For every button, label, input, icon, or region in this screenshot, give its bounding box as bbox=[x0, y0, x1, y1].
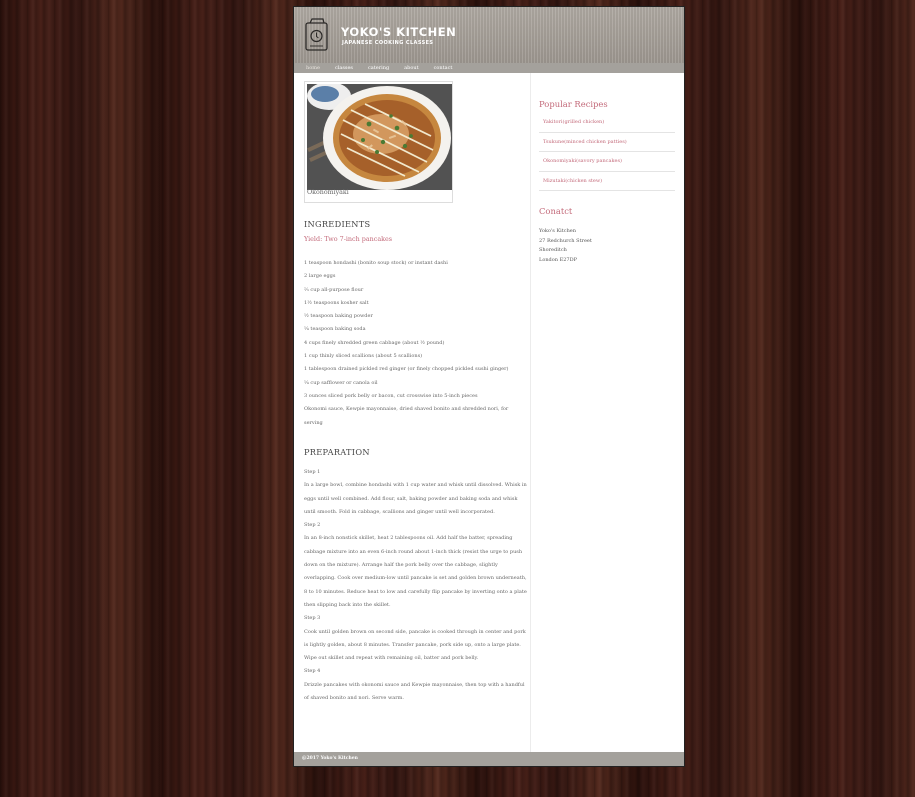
recipe-link[interactable]: Mizutaki(chicken stew) bbox=[539, 172, 675, 191]
ingredient-list: 1 teaspoon hondashi (bonito soup stock) … bbox=[304, 257, 526, 430]
ingredient-item: 3 ounces sliced pork belly or bacon, cut… bbox=[304, 392, 478, 399]
site-header: YOKO'S KITCHEN JAPANESE COOKING CLASSES bbox=[294, 7, 684, 63]
ingredient-item: 1 teaspoon hondashi (bonito soup stock) … bbox=[304, 260, 448, 266]
okonomiyaki-photo bbox=[307, 84, 452, 190]
step-label: Step 4 bbox=[304, 668, 321, 675]
step-text: Cook until golden brown on second side, … bbox=[304, 628, 526, 662]
nav-contact[interactable]: contact bbox=[434, 65, 453, 71]
ingredient-item: ¼ teaspoon baking soda bbox=[304, 326, 366, 333]
popular-recipes-heading: Popular Recipes bbox=[539, 99, 608, 109]
yield-text: Yield: Two 7-inch pancakes bbox=[304, 235, 393, 243]
ingredient-item: ⅔ cup all-purpose flour bbox=[304, 286, 364, 293]
preparation-heading: PREPARATION bbox=[304, 447, 370, 457]
photo-caption: Okonomiyaki bbox=[307, 189, 349, 196]
popular-recipes-list: Yakitori(grilled chicken) Tsukune(minced… bbox=[539, 113, 675, 191]
step-text: In an 8-inch nonstick skillet, heat 2 ta… bbox=[304, 535, 527, 608]
nav-about[interactable]: about bbox=[404, 65, 418, 71]
address-line: Shoreditch bbox=[539, 247, 567, 253]
step-label: Step 1 bbox=[304, 469, 321, 475]
ingredients-heading: INGREDIENTS bbox=[304, 219, 371, 229]
page: YOKO'S KITCHEN JAPANESE COOKING CLASSES … bbox=[293, 6, 685, 767]
logo-icon bbox=[305, 18, 328, 51]
recipe-figure: Okonomiyaki bbox=[304, 81, 453, 203]
step-text: In a large bowl, combine hondashi with 1… bbox=[304, 482, 527, 515]
nav-classes[interactable]: classes bbox=[335, 65, 353, 71]
contact-heading: Conatct bbox=[539, 206, 573, 216]
address-line: Yoko's Kitchen bbox=[539, 228, 576, 234]
recipe-link[interactable]: Yakitori(grilled chicken) bbox=[539, 113, 675, 133]
recipe-link[interactable]: Tsukune(minced chicken patties) bbox=[539, 133, 675, 152]
ingredient-item: ½ teaspoon baking powder bbox=[304, 313, 373, 320]
ingredient-item: 1½ teaspoons kosher salt bbox=[304, 299, 369, 306]
site-subtitle: JAPANESE COOKING CLASSES bbox=[342, 40, 434, 46]
ingredient-item: 1 tablespoon drained pickled red ginger … bbox=[304, 366, 509, 373]
ingredient-item: ¼ cup safflower or canola oil bbox=[304, 379, 378, 386]
ingredient-item: 2 large eggs bbox=[304, 273, 336, 280]
content-area: Okonomiyaki INGREDIENTS Yield: Two 7-inc… bbox=[294, 73, 684, 753]
step-label: Step 3 bbox=[304, 615, 321, 622]
ingredient-item: Okonomi sauce, Kewpie mayonnaise, dried … bbox=[304, 406, 509, 426]
nav-home[interactable]: home bbox=[306, 65, 320, 71]
site-footer: @2017 Yoko's Kitchen bbox=[294, 752, 684, 766]
ingredient-item: 1 cup thinly sliced scallions (about 5 s… bbox=[304, 353, 423, 360]
contact-address: Yoko's Kitchen 27 Redchurch Street Shore… bbox=[539, 227, 592, 265]
sidebar: Popular Recipes Yakitori(grilled chicken… bbox=[530, 73, 684, 753]
main-nav: home classes catering about contact bbox=[294, 63, 684, 73]
recipe-link[interactable]: Okonomiyaki(savory pancakes) bbox=[539, 152, 675, 172]
nav-catering[interactable]: catering bbox=[368, 65, 389, 71]
site-title: YOKO'S KITCHEN bbox=[341, 25, 457, 39]
step-label: Step 2 bbox=[304, 522, 321, 529]
preparation-steps: Step 1 In a large bowl, combine hondashi… bbox=[304, 466, 530, 705]
address-line: 27 Redchurch Street bbox=[539, 237, 592, 244]
step-text: Drizzle pancakes with okonomi sauce and … bbox=[304, 681, 525, 702]
ingredient-item: 4 cups finely shredded green cabbage (ab… bbox=[304, 339, 445, 346]
address-line: London E27DP bbox=[539, 256, 577, 263]
